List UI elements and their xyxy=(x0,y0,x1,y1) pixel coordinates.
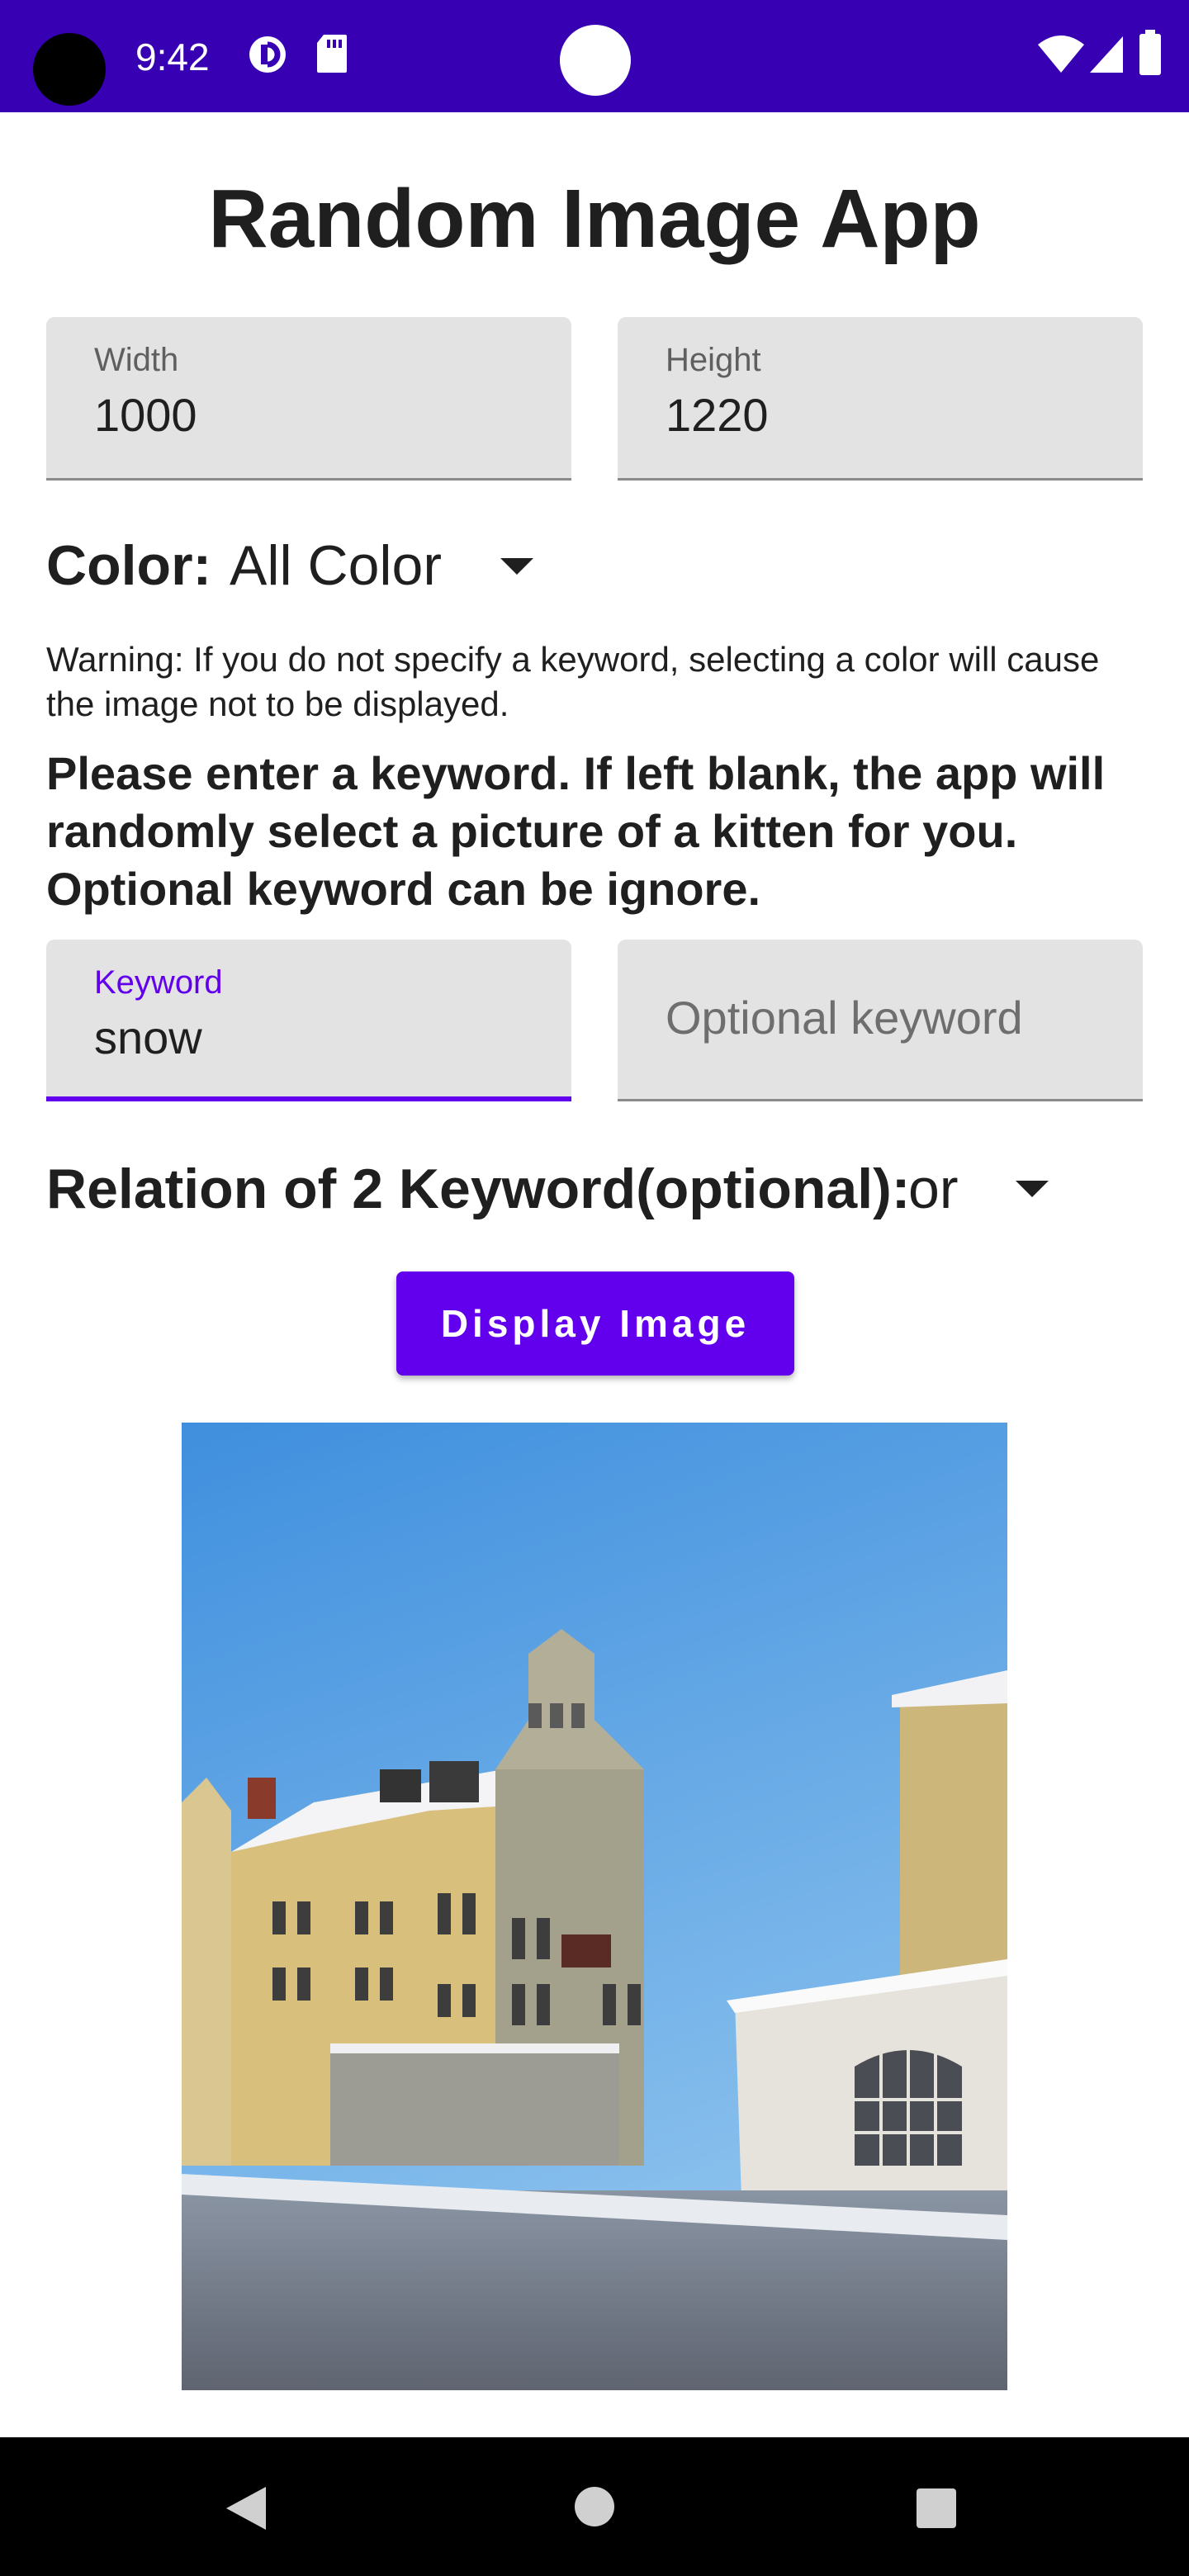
back-icon[interactable] xyxy=(223,2484,269,2533)
width-label: Width xyxy=(94,342,179,378)
signal-icon xyxy=(1090,36,1123,73)
keyword-instruction: Please enter a keyword. If left blank, t… xyxy=(46,747,1106,915)
height-value[interactable]: 1220 xyxy=(666,388,769,442)
optional-keyword-underline xyxy=(618,1099,1143,1101)
keyword-value[interactable]: snow xyxy=(94,1011,202,1064)
optional-keyword-placeholder[interactable]: Optional keyword xyxy=(666,991,1023,1044)
recents-icon[interactable] xyxy=(915,2487,958,2530)
home-icon[interactable] xyxy=(573,2485,616,2528)
data-saver-icon xyxy=(249,36,286,73)
app-title: Random Image App xyxy=(208,173,981,265)
height-field[interactable]: Height 1220 xyxy=(618,317,1143,481)
wifi-icon xyxy=(1038,36,1084,73)
relation-label: Relation of 2 Keyword(optional): xyxy=(46,1158,911,1220)
status-bar: 9:42 xyxy=(0,0,1189,112)
keyword-field[interactable]: Keyword snow xyxy=(46,940,571,1101)
status-time: 9:42 xyxy=(135,36,210,78)
height-label: Height xyxy=(666,342,761,378)
keyword-label: Keyword xyxy=(94,964,223,1001)
width-value[interactable]: 1000 xyxy=(94,388,197,442)
color-warning-text: Warning: If you do not specify a keyword… xyxy=(46,640,1100,723)
navigation-bar xyxy=(0,2437,1189,2576)
result-image-graphic xyxy=(182,1423,1007,2390)
battery-icon xyxy=(1139,30,1161,75)
sd-card-icon xyxy=(317,35,347,73)
optional-keyword-field[interactable]: Optional keyword xyxy=(618,940,1143,1101)
width-field-underline xyxy=(46,478,571,481)
relation-dropdown[interactable]: or xyxy=(908,1152,958,1226)
result-image xyxy=(182,1423,1007,2390)
color-label: Color: xyxy=(46,534,212,597)
chevron-down-icon[interactable] xyxy=(1016,1181,1049,1197)
status-indicator-dot xyxy=(560,25,631,96)
keyword-field-underline xyxy=(46,1096,571,1101)
chevron-down-icon[interactable] xyxy=(500,558,533,575)
height-field-underline xyxy=(618,478,1143,481)
color-dropdown[interactable]: All Color xyxy=(230,528,442,603)
display-image-button[interactable]: Display Image xyxy=(396,1271,794,1376)
camera-cutout xyxy=(33,33,106,106)
width-field[interactable]: Width 1000 xyxy=(46,317,571,481)
